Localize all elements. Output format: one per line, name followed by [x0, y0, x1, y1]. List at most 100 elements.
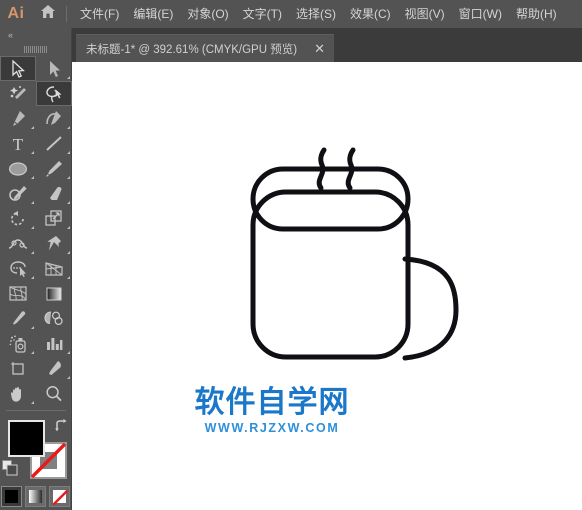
magic-wand-tool[interactable] — [0, 81, 36, 106]
swap-fill-stroke-icon[interactable] — [54, 418, 68, 432]
line-icon — [45, 135, 63, 153]
eyedropper-tool[interactable] — [0, 306, 36, 331]
tool-flyout-corner-icon — [31, 126, 34, 129]
tool-flyout-corner-icon — [67, 251, 70, 254]
tool-flyout-corner-icon — [31, 251, 34, 254]
menu-file[interactable]: 文件(F) — [73, 3, 126, 25]
close-icon[interactable]: ✕ — [311, 42, 328, 55]
pen-tool[interactable] — [0, 106, 36, 131]
type-tool[interactable]: T — [0, 131, 36, 156]
mesh-tool[interactable] — [0, 281, 36, 306]
tool-flyout-corner-icon — [67, 351, 70, 354]
blend-tool[interactable] — [36, 306, 72, 331]
tool-flyout-corner-icon — [67, 76, 70, 79]
tool-flyout-corner-icon — [31, 401, 34, 404]
blend-icon — [44, 310, 64, 327]
document-tab-bar: 未标题-1* @ 392.61% (CMYK/GPU 预览) ✕ — [72, 28, 582, 62]
type-T-icon: T — [10, 135, 26, 153]
canvas-area[interactable]: 软件自学网 WWW.RJZXW.COM — [72, 62, 582, 510]
app-logo: Ai — [0, 0, 32, 28]
pen-nib-icon — [9, 110, 27, 128]
tool-flyout-corner-icon — [67, 176, 70, 179]
selection-tool[interactable] — [0, 56, 36, 81]
menu-view[interactable]: 视图(V) — [398, 3, 452, 25]
watermark-text-url: WWW.RJZXW.COM — [204, 421, 340, 435]
home-icon — [40, 4, 56, 24]
none-swatch-button[interactable] — [49, 486, 70, 507]
tool-flyout-corner-icon — [67, 276, 70, 279]
curvature-tool[interactable] — [36, 106, 72, 131]
scale-icon — [45, 209, 63, 228]
rotate-tool[interactable] — [0, 206, 36, 231]
width-icon — [8, 236, 28, 252]
app-logo-text: Ai — [7, 5, 25, 22]
mug-top-band-rounded-rect — [250, 166, 411, 232]
scale-tool[interactable] — [36, 206, 72, 231]
tool-flyout-corner-icon — [67, 126, 70, 129]
watermark-text-cn: 软件自学网 — [194, 385, 350, 420]
shaper-pencil-icon — [8, 185, 28, 203]
tool-flyout-corner-icon — [31, 201, 34, 204]
free-transform-tool[interactable] — [36, 231, 72, 256]
toolbar-separator — [5, 410, 66, 411]
menu-edit[interactable]: 编辑(E) — [126, 3, 180, 25]
tools-panel: « T — [0, 28, 72, 510]
hand-tool[interactable] — [0, 381, 36, 406]
default-fill-stroke-icon[interactable] — [2, 460, 18, 476]
perspective-grid-icon — [44, 261, 64, 277]
symbol-sprayer-icon — [9, 335, 28, 353]
hand-icon — [9, 385, 27, 403]
panel-drag-handle[interactable] — [0, 42, 71, 56]
tool-grid: T — [0, 56, 72, 406]
slice-tool[interactable] — [36, 356, 72, 381]
perspective-grid-tool[interactable] — [36, 256, 72, 281]
gradient-swatch-button[interactable] — [25, 486, 46, 507]
magic-wand-icon — [9, 85, 27, 103]
color-swatch-button[interactable] — [1, 486, 22, 507]
artboard-tool[interactable] — [0, 356, 36, 381]
menu-object[interactable]: 对象(O) — [180, 3, 235, 25]
lasso-tool[interactable] — [36, 81, 72, 106]
tool-flyout-corner-icon — [31, 276, 34, 279]
curvature-pen-icon — [45, 110, 64, 128]
menu-help[interactable]: 帮助(H) — [509, 3, 564, 25]
collapse-panel-button[interactable]: « — [0, 28, 71, 42]
fill-swatch[interactable] — [8, 420, 45, 457]
watermark: 软件自学网 WWW.RJZXW.COM — [162, 387, 382, 436]
ellipse-tool[interactable] — [0, 156, 36, 181]
menu-type[interactable]: 文字(T) — [236, 3, 289, 25]
direct-selection-arrow-icon — [48, 60, 61, 78]
shape-builder-icon — [8, 260, 28, 277]
direct-selection-tool[interactable] — [36, 56, 72, 81]
menu-window[interactable]: 窗口(W) — [452, 3, 509, 25]
tool-flyout-corner-icon — [31, 351, 34, 354]
lasso-icon — [45, 85, 64, 103]
menu-divider — [66, 6, 67, 22]
menu-select[interactable]: 选择(S) — [289, 3, 343, 25]
tool-flyout-corner-icon — [31, 176, 34, 179]
paintbrush-tool[interactable] — [36, 156, 72, 181]
magnifier-icon — [45, 385, 63, 403]
tool-flyout-corner-icon — [31, 151, 34, 154]
home-button[interactable] — [32, 0, 64, 28]
tool-flyout-corner-icon — [67, 376, 70, 379]
document-tab[interactable]: 未标题-1* @ 392.61% (CMYK/GPU 预览) ✕ — [76, 34, 334, 62]
shape-builder-tool[interactable] — [0, 256, 36, 281]
line-segment-tool[interactable] — [36, 131, 72, 156]
eraser-tool[interactable] — [36, 181, 72, 206]
menu-effect[interactable]: 效果(C) — [343, 3, 398, 25]
zoom-tool[interactable] — [36, 381, 72, 406]
document-tab-title: 未标题-1* @ 392.61% (CMYK/GPU 预览) — [86, 43, 298, 56]
gradient-tool[interactable] — [36, 281, 72, 306]
column-graph-tool[interactable] — [36, 331, 72, 356]
free-transform-pin-icon — [45, 235, 63, 253]
tool-flyout-corner-icon — [31, 326, 34, 329]
coffee-mug-illustration[interactable] — [72, 62, 582, 510]
tool-flyout-corner-icon — [67, 201, 70, 204]
mug-body-rounded-square — [250, 189, 411, 360]
eraser-icon — [44, 186, 64, 202]
symbol-sprayer-tool[interactable] — [0, 331, 36, 356]
width-tool[interactable] — [0, 231, 36, 256]
tool-flyout-corner-icon — [67, 151, 70, 154]
shaper-tool[interactable] — [0, 181, 36, 206]
